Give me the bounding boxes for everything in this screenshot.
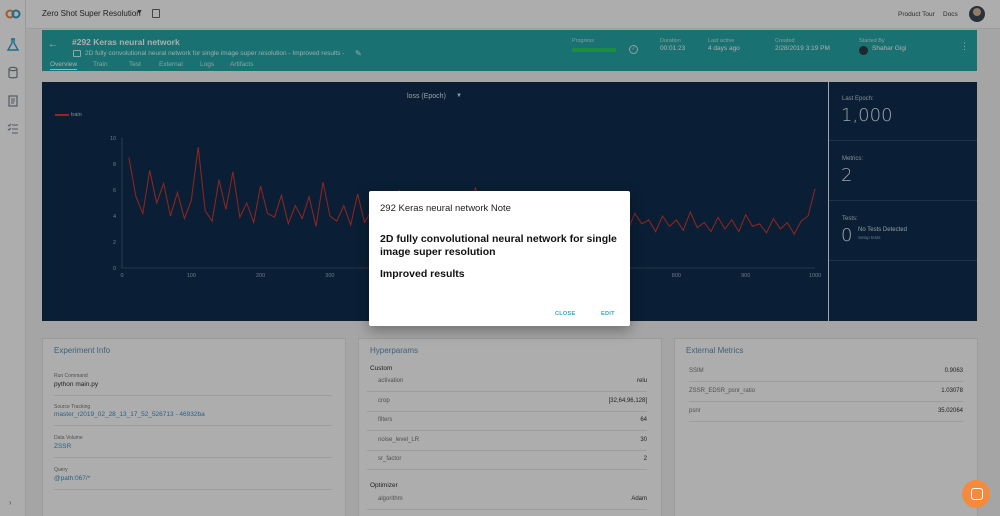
dialog-title: 292 Keras neural network Note xyxy=(380,203,511,214)
chat-bubble-icon[interactable] xyxy=(962,480,990,508)
note-subheading: Improved results xyxy=(380,268,465,280)
note-dialog: 292 Keras neural network Note 2D fully c… xyxy=(369,191,630,326)
note-heading: 2D fully convolutional neural network fo… xyxy=(380,233,617,258)
edit-button[interactable]: EDIT xyxy=(601,311,615,317)
close-button[interactable]: CLOSE xyxy=(555,311,575,317)
